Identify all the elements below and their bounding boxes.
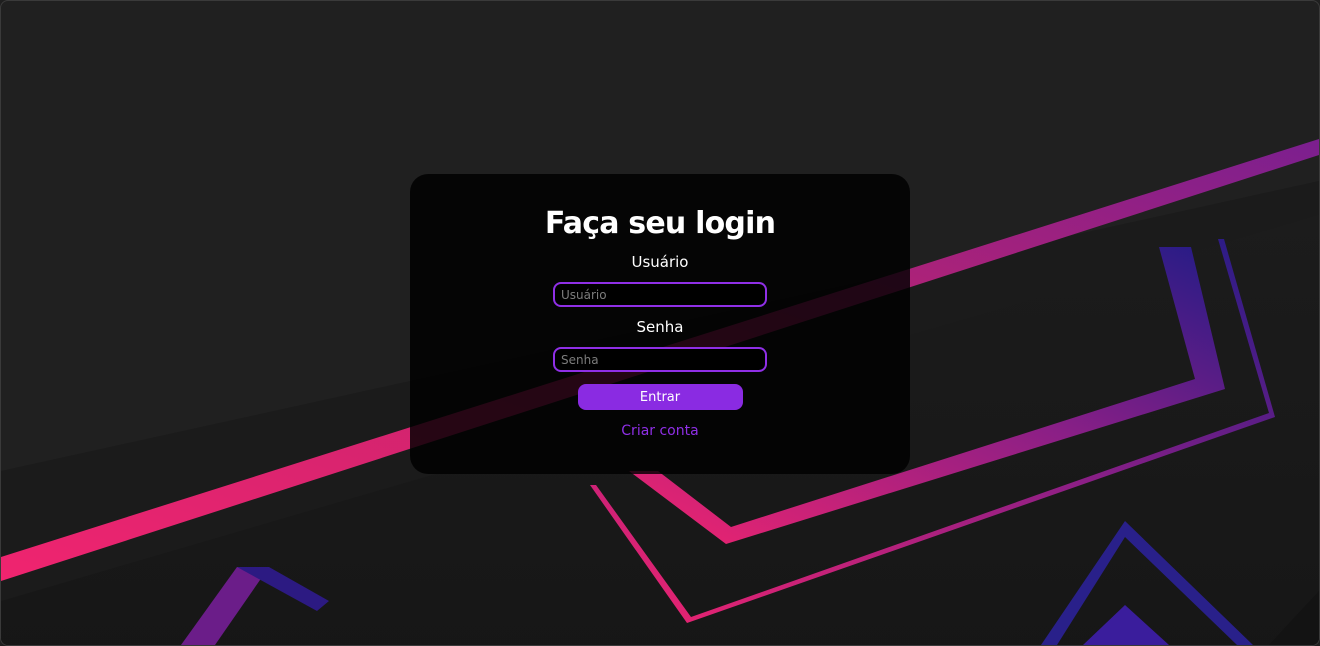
login-button[interactable]: Entrar: [577, 384, 743, 410]
password-input[interactable]: [553, 347, 767, 372]
username-label: Usuário: [631, 253, 689, 271]
password-label: Senha: [636, 318, 684, 336]
page-title: Faça seu login: [544, 206, 776, 241]
create-account-link[interactable]: Criar conta: [621, 422, 698, 440]
username-input[interactable]: [553, 282, 767, 307]
login-card: Faça seu login Usuário Senha Entrar Cria…: [410, 174, 910, 474]
login-screen: Faça seu login Usuário Senha Entrar Cria…: [0, 0, 1320, 646]
